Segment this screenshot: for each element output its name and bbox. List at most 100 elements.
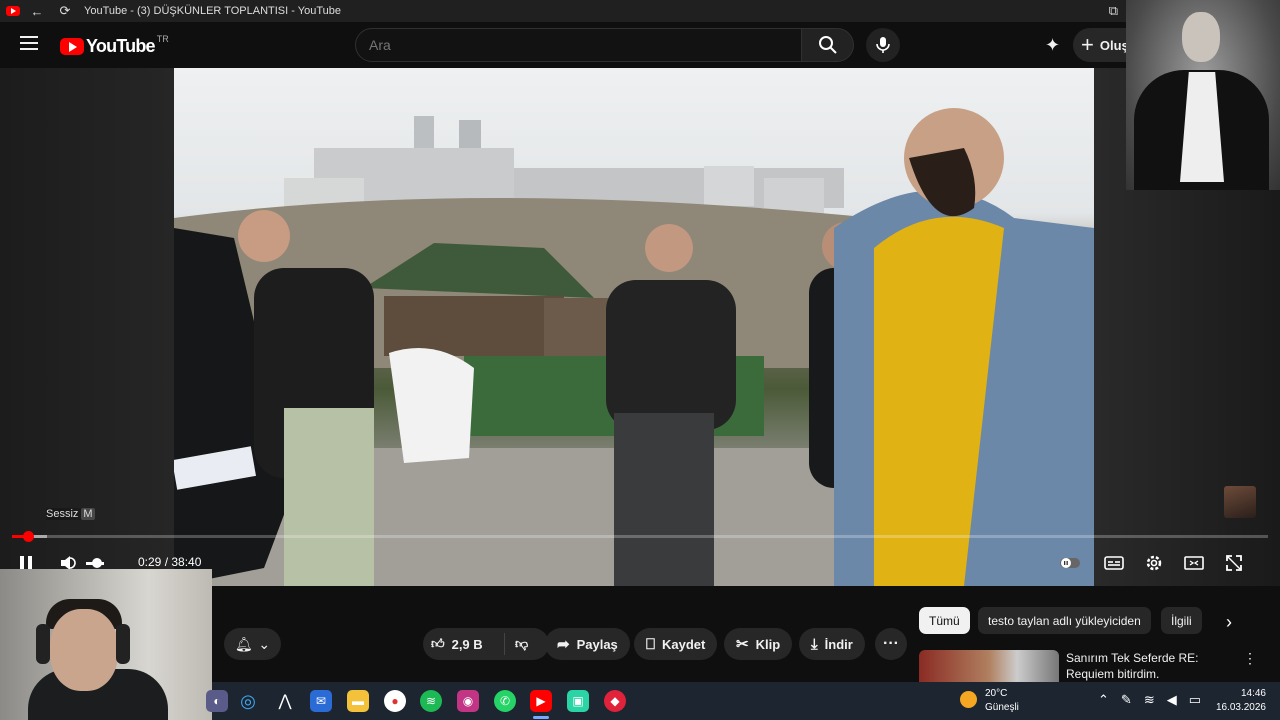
share-button[interactable]: ➦ Paylaş — [545, 628, 630, 660]
channel-watermark[interactable] — [1224, 486, 1256, 518]
save-button[interactable]: ⎕ Kaydet — [634, 628, 718, 660]
more-horizontal-icon: ··· — [883, 635, 899, 652]
extension-icon[interactable]: ⧉ — [1109, 3, 1118, 19]
sunny-weather-icon — [960, 691, 977, 708]
muted-indicator: Sessiz M — [46, 508, 95, 520]
system-clock[interactable]: 14:46 16.03.2026 — [1214, 687, 1266, 715]
video-player[interactable]: Sessiz M 0:29 / 38:40 — [0, 68, 1280, 586]
scissors-icon: ✂ — [736, 636, 749, 653]
video-actions: 🔔︎ ⌄ 👍︎ 2,9 B 👎︎ ➦ Paylaş ⎕ Kaydet ✂ Kli… — [212, 628, 912, 660]
fullscreen-button[interactable] — [1224, 553, 1244, 573]
video-frame[interactable] — [174, 68, 1094, 586]
thumbs-down-icon: 👎︎ — [515, 636, 529, 651]
menu-icon[interactable] — [20, 36, 38, 50]
chip-related[interactable]: İlgili — [1161, 607, 1202, 634]
youtube-logo[interactable]: YouTube TR — [60, 33, 169, 57]
search-input[interactable] — [356, 29, 801, 61]
spotify-icon[interactable]: ≋ — [420, 690, 442, 712]
app-c-icon[interactable]: ◆ — [604, 690, 626, 712]
ai-sparkle-icon[interactable]: ✦ — [1045, 35, 1060, 56]
edge-icon[interactable]: ◎ — [237, 690, 259, 712]
fullscreen-icon — [1226, 555, 1242, 571]
wifi-icon[interactable]: ≋ — [1144, 692, 1155, 708]
theater-icon — [1184, 556, 1204, 570]
speaker-icon[interactable]: ◀︎ — [1167, 692, 1177, 708]
clip-label: Klip — [755, 636, 781, 652]
bookmark-icon: ⎕ — [646, 635, 656, 653]
weather-temp: 20°C — [985, 688, 1008, 699]
country-code: TR — [156, 33, 169, 44]
chevron-right-icon[interactable]: › — [1226, 612, 1232, 633]
weather-widget[interactable]: 20°C Güneşli — [985, 687, 1019, 715]
bell-icon: 🔔︎ — [234, 635, 253, 652]
logo-text: YouTube — [86, 36, 156, 56]
like-dislike-group: 👍︎ 2,9 B 👎︎ — [423, 628, 549, 660]
more-actions-button[interactable]: ··· — [875, 628, 907, 660]
theater-mode-button[interactable] — [1183, 553, 1205, 573]
like-count: 2,9 B — [451, 636, 483, 652]
chip-all[interactable]: Tümü — [919, 607, 970, 634]
chrome-icon[interactable]: ● — [384, 690, 406, 712]
active-app-indicator — [533, 716, 549, 719]
portrait-overlay-image — [1126, 0, 1280, 190]
recommendation-item[interactable]: Sanırım Tek Seferde RE: Requiem bitirdim… — [919, 650, 1280, 682]
clip-button[interactable]: ✂ Klip — [724, 628, 793, 660]
reload-icon[interactable]: ⟳ — [54, 3, 76, 19]
like-button[interactable]: 👍︎ 2,9 B — [423, 633, 505, 655]
autoplay-icon — [1060, 558, 1080, 568]
volume-knob[interactable] — [92, 558, 102, 568]
progress-scrubber[interactable] — [23, 531, 34, 542]
plus-icon: + — [1081, 32, 1094, 57]
recommendation-thumbnail[interactable] — [919, 650, 1059, 682]
clock-time: 14:46 — [1240, 688, 1266, 699]
clock-date: 16.03.2026 — [1215, 702, 1266, 713]
os-taskbar: ◐ ◎ ⋀ ✉ ▬ ● ≋ ◉ ✆ ▶ ▣ ◆ 20°C Güneşli ⌃ ✎… — [206, 682, 1280, 720]
thumbs-up-icon: 👍︎ — [431, 636, 445, 651]
share-icon: ➦ — [557, 636, 570, 653]
search-button[interactable] — [801, 28, 854, 62]
app-a-icon[interactable]: ⋀ — [274, 690, 296, 712]
chevron-up-icon[interactable]: ⌃ — [1098, 692, 1109, 708]
autoplay-toggle[interactable] — [1060, 553, 1080, 573]
notification-bell-button[interactable]: 🔔︎ ⌄ — [224, 628, 281, 660]
subtitles-icon — [1104, 556, 1124, 570]
dislike-button[interactable]: 👎︎ — [505, 636, 528, 652]
create-label: Oluş — [1099, 37, 1129, 53]
pen-icon[interactable]: ✎ — [1121, 692, 1132, 708]
download-icon: ⤓ — [811, 635, 818, 653]
system-tray: ⌃ ✎ ≋ ◀︎ ▭ — [1098, 692, 1201, 708]
save-label: Kaydet — [662, 636, 706, 652]
progress-bar[interactable] — [12, 531, 1268, 542]
taskbar-app-icon[interactable]: ◐ — [206, 690, 228, 712]
chip-from-uploader[interactable]: testo taylan adlı yükleyiciden — [978, 607, 1151, 634]
youtube-play-icon — [60, 38, 84, 55]
video-scene-image — [174, 108, 1094, 586]
search-icon — [818, 36, 837, 54]
window-title: YouTube - (3) DÜŞKÜNLER TOPLANTISI - You… — [84, 5, 341, 17]
subtitles-button[interactable] — [1103, 553, 1125, 573]
time-display: 0:29 / 38:40 — [138, 555, 202, 569]
webcam-overlay — [0, 569, 212, 720]
youtube-favicon-icon — [6, 6, 20, 16]
chevron-down-icon: ⌄ — [258, 635, 271, 652]
share-label: Paylaş — [576, 636, 618, 652]
recommendation-title[interactable]: Sanırım Tek Seferde RE: Requiem bitirdim… — [1066, 650, 1246, 682]
muted-text: Sessiz — [46, 508, 79, 520]
battery-icon[interactable]: ▭ — [1189, 692, 1201, 708]
whatsapp-icon[interactable]: ✆ — [494, 690, 516, 712]
more-vertical-icon[interactable]: ⋮ — [1243, 650, 1257, 667]
search-box[interactable] — [355, 28, 802, 62]
app-b-icon[interactable]: ▣ — [567, 690, 589, 712]
weather-desc: Güneşli — [985, 702, 1019, 713]
settings-button[interactable] — [1144, 553, 1164, 573]
download-label: İndir — [824, 636, 853, 652]
instagram-icon[interactable]: ◉ — [457, 690, 479, 712]
youtube-taskbar-icon[interactable]: ▶ — [530, 690, 552, 712]
voice-search-button[interactable] — [866, 28, 900, 62]
browser-titlebar: ← ⟳ YouTube - (3) DÜŞKÜNLER TOPLANTISI -… — [0, 0, 1280, 22]
download-button[interactable]: ⤓ İndir — [799, 628, 865, 660]
back-icon[interactable]: ← — [26, 4, 48, 19]
mail-icon[interactable]: ✉ — [310, 690, 332, 712]
masthead: YouTube TR ✦ + Oluş — [0, 22, 1280, 68]
file-explorer-icon[interactable]: ▬ — [347, 690, 369, 712]
